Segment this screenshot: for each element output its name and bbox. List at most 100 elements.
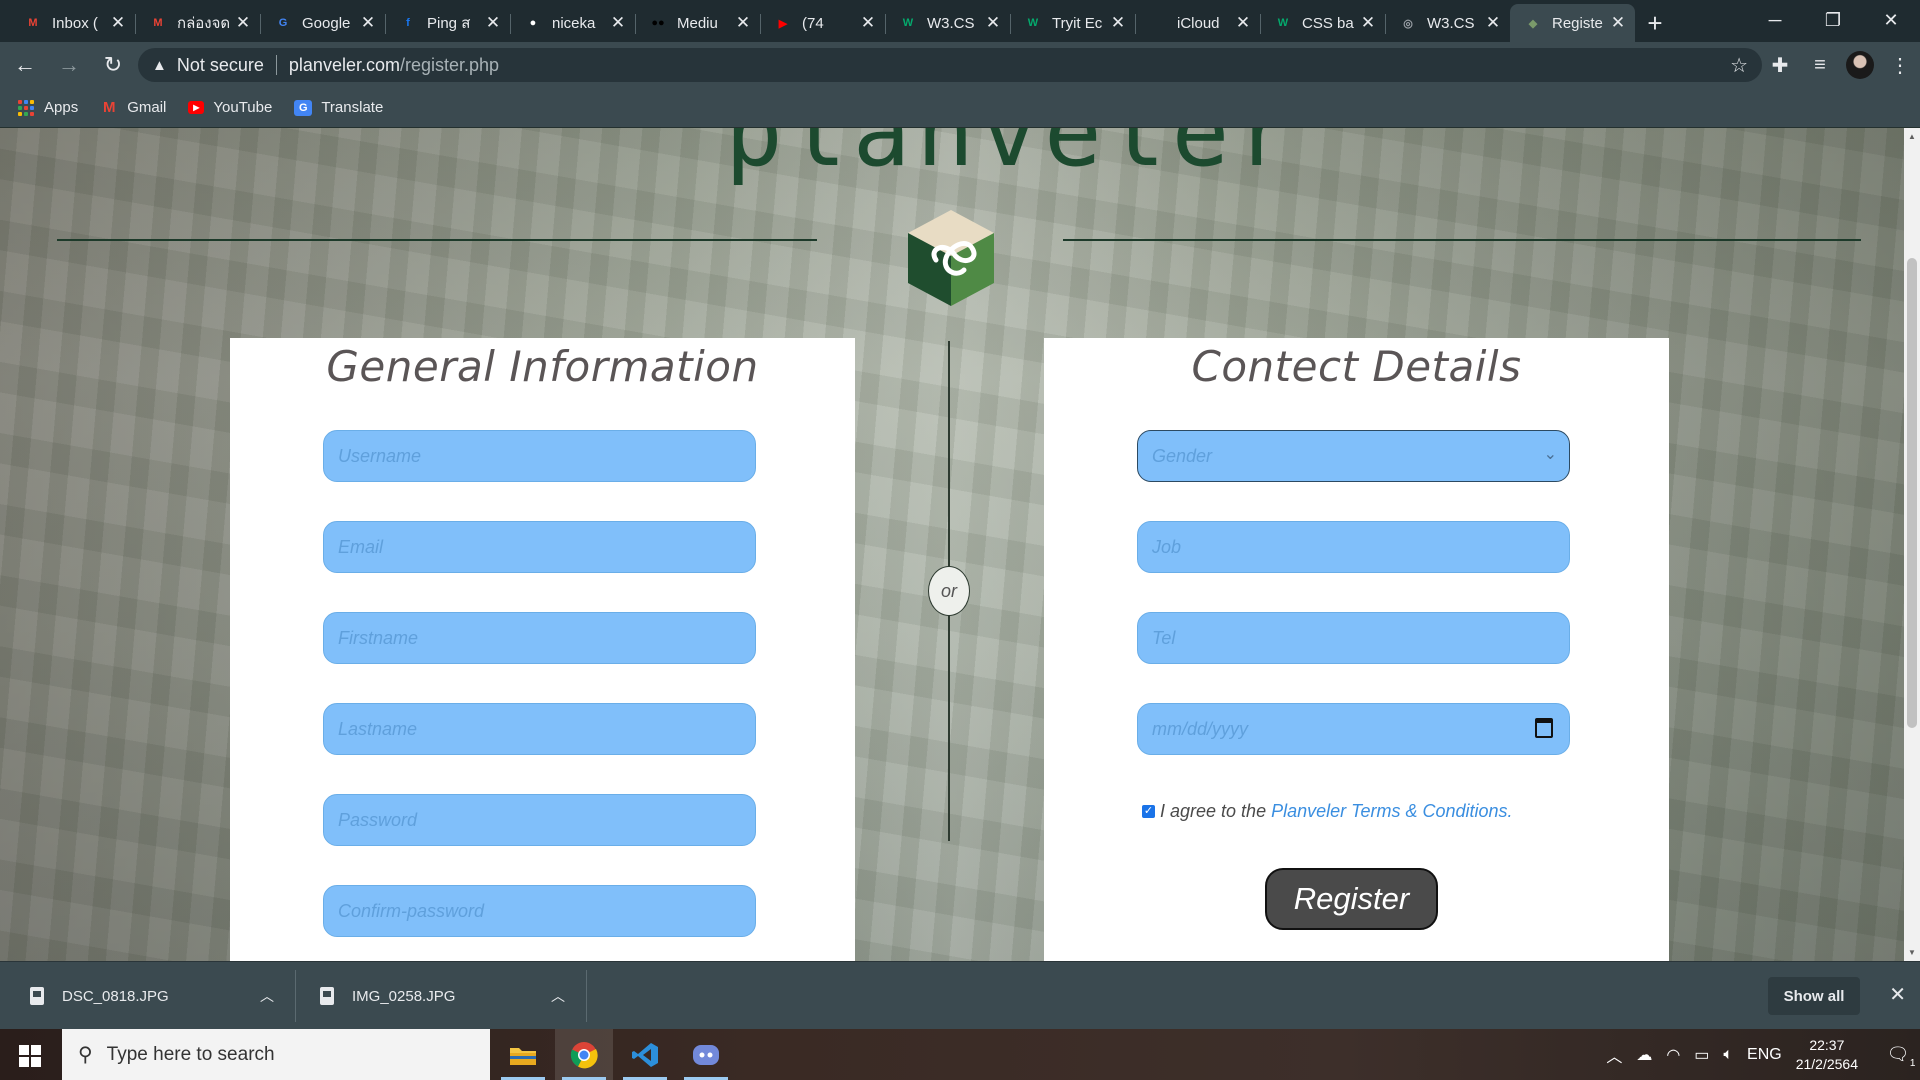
page-scrollbar[interactable]: ▲ ▼: [1904, 128, 1920, 961]
file-explorer-icon[interactable]: [494, 1029, 552, 1080]
chrome-icon[interactable]: [555, 1029, 613, 1080]
terms-checkbox[interactable]: ✓: [1142, 805, 1155, 818]
close-tab-icon[interactable]: ✕: [359, 13, 377, 33]
download-item[interactable]: DSC_0818.JPG ︿: [30, 962, 274, 1030]
restore-button[interactable]: ❐: [1804, 0, 1862, 40]
firstname-input[interactable]: Firstname: [323, 612, 756, 664]
onedrive-cloud-icon[interactable]: ☁: [1636, 1045, 1652, 1065]
browser-tab[interactable]: f Ping ส ✕: [385, 4, 510, 42]
gender-select[interactable]: Gender ⌄: [1137, 430, 1570, 482]
browser-tab[interactable]: ▶ (74 ✕: [760, 4, 885, 42]
bookmark-star-icon[interactable]: ☆: [1730, 53, 1748, 78]
bookmark-gmail[interactable]: M Gmail: [100, 99, 166, 116]
avatar[interactable]: [1846, 51, 1874, 79]
browser-tab[interactable]: ●● Mediu ✕: [635, 4, 760, 42]
browser-tab[interactable]: ◆ Registe ✕: [1510, 4, 1635, 42]
scroll-down-icon[interactable]: ▼: [1908, 948, 1916, 957]
tab-title: CSS ba: [1302, 14, 1354, 32]
download-separator: [295, 970, 296, 1022]
browser-tab[interactable]: G Google ✕: [260, 4, 385, 42]
security-label[interactable]: Not secure: [177, 55, 264, 76]
youtube-icon: ▶: [778, 17, 788, 30]
close-window-button[interactable]: ✕: [1862, 0, 1920, 40]
notifications-icon[interactable]: 🗨︎ 1: [1876, 1029, 1920, 1080]
close-tab-icon[interactable]: ✕: [1484, 13, 1502, 33]
browser-tab[interactable]: M Inbox (✕: [10, 4, 135, 42]
extensions-icon[interactable]: ✚: [1760, 53, 1800, 78]
close-tab-icon[interactable]: ✕: [734, 13, 752, 33]
wifi-icon[interactable]: ◠: [1666, 1045, 1680, 1065]
scrollbar-thumb[interactable]: [1907, 258, 1917, 728]
media-controls-icon[interactable]: ≡: [1800, 54, 1840, 77]
bookmark-translate[interactable]: G Translate: [294, 99, 383, 116]
tab-title: niceka: [552, 14, 596, 32]
password-input[interactable]: Password: [323, 794, 756, 846]
show-all-button[interactable]: Show all: [1768, 977, 1860, 1015]
job-input[interactable]: Job: [1137, 521, 1570, 573]
browser-tab[interactable]: ◎ W3.CS ✕: [1385, 4, 1510, 42]
close-tab-icon[interactable]: ✕: [609, 13, 627, 33]
close-tab-icon[interactable]: ✕: [1109, 13, 1127, 33]
new-tab-button[interactable]: +: [1635, 4, 1675, 42]
download-item[interactable]: IMG_0258.JPG ︿: [320, 962, 565, 1030]
forward-button[interactable]: →: [50, 46, 88, 84]
close-tab-icon[interactable]: ✕: [859, 13, 877, 33]
close-tab-icon[interactable]: ✕: [1359, 13, 1377, 33]
close-tab-icon[interactable]: ✕: [484, 13, 502, 33]
profile-button[interactable]: [1840, 51, 1880, 79]
date-input[interactable]: mm/dd/yyyy: [1137, 703, 1570, 755]
url-host[interactable]: planveler.com: [289, 55, 400, 76]
scroll-up-icon[interactable]: ▲: [1908, 132, 1916, 141]
username-input[interactable]: Username: [323, 430, 756, 482]
gmail-icon: M: [28, 17, 38, 29]
lastname-input[interactable]: Lastname: [323, 703, 756, 755]
vscode-icon[interactable]: [616, 1029, 674, 1080]
reload-button[interactable]: ↻: [94, 46, 132, 84]
menu-kebab-icon[interactable]: ⋮: [1880, 53, 1920, 78]
confirm-password-input[interactable]: Confirm-password: [323, 885, 756, 937]
email-input[interactable]: Email: [323, 521, 756, 573]
browser-tab[interactable]: iCloud ✕: [1135, 4, 1260, 42]
warning-icon[interactable]: ▲: [152, 57, 167, 74]
register-button[interactable]: Register: [1265, 868, 1438, 930]
close-tab-icon[interactable]: ✕: [234, 13, 252, 33]
tel-input[interactable]: Tel: [1137, 612, 1570, 664]
language-indicator[interactable]: ENG: [1747, 1046, 1782, 1064]
gender-select-value: Gender: [1152, 445, 1213, 466]
chevron-up-icon[interactable]: ︿: [260, 986, 274, 1006]
download-separator: [586, 970, 587, 1022]
planveler-cube-icon: ◆: [1528, 17, 1538, 30]
minimize-button[interactable]: ─: [1746, 0, 1804, 40]
close-downloads-icon[interactable]: ✕: [1889, 982, 1906, 1007]
calendar-icon[interactable]: [1535, 718, 1553, 738]
browser-tab[interactable]: M กล่องจด ✕: [135, 4, 260, 42]
bookmark-youtube[interactable]: ▶ YouTube: [188, 99, 272, 116]
back-button[interactable]: ←: [6, 46, 44, 84]
taskbar-search-placeholder: Type here to search: [106, 1043, 275, 1065]
browser-tab[interactable]: W W3.CS ✕: [885, 4, 1010, 42]
taskbar-search-input[interactable]: ⚲ Type here to search: [62, 1029, 490, 1080]
chevron-up-icon[interactable]: ︿: [1606, 1043, 1622, 1067]
browser-tab[interactable]: W Tryit Ec ✕: [1010, 4, 1135, 42]
discord-icon[interactable]: [677, 1029, 735, 1080]
volume-icon[interactable]: 🔈︎: [1723, 1046, 1733, 1064]
close-tab-icon[interactable]: ✕: [984, 13, 1002, 33]
chevron-up-icon[interactable]: ︿: [551, 986, 565, 1006]
windows-start-icon[interactable]: [10, 1042, 50, 1070]
address-bar[interactable]: ▲ Not secure planveler.com/register.php …: [138, 48, 1762, 82]
battery-icon[interactable]: ▭: [1694, 1045, 1709, 1065]
terms-link[interactable]: Planveler Terms & Conditions.: [1271, 801, 1512, 822]
tab-list: M Inbox (✕ M กล่องจด ✕ G Google ✕ f Ping ส ✕ ● nicek…: [10, 4, 1635, 42]
bookmark-apps[interactable]: Apps: [18, 99, 78, 116]
clock[interactable]: 22:37 21/2/2564: [1796, 1036, 1858, 1074]
bookmark-label: YouTube: [213, 99, 273, 116]
browser-tab[interactable]: ● niceka ✕: [510, 4, 635, 42]
close-tab-icon[interactable]: ✕: [1234, 13, 1252, 33]
url-path[interactable]: /register.php: [400, 55, 499, 76]
header-line-right: [1063, 239, 1861, 241]
or-badge: or: [928, 566, 970, 616]
close-tab-icon[interactable]: ✕: [109, 13, 127, 33]
address-separator: [275, 55, 277, 75]
browser-tab[interactable]: W CSS ba ✕: [1260, 4, 1385, 42]
close-tab-icon[interactable]: ✕: [1609, 13, 1627, 33]
